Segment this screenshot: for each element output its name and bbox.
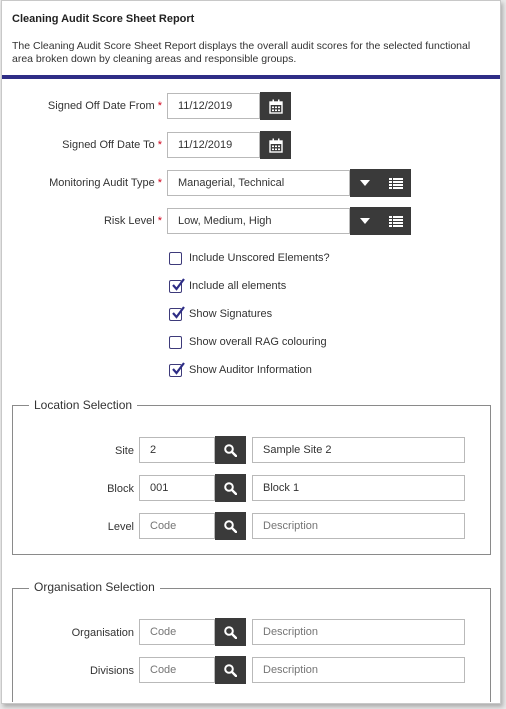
check-icon bbox=[172, 362, 185, 375]
search-icon bbox=[224, 625, 237, 639]
report-description: The Cleaning Audit Score Sheet Report di… bbox=[12, 40, 471, 65]
monitoring-audit-type-dropdown-button[interactable] bbox=[350, 169, 380, 197]
block-code-input[interactable] bbox=[139, 475, 215, 501]
chevron-down-icon bbox=[360, 218, 370, 224]
organisation-selection-group bbox=[12, 588, 491, 702]
list-icon bbox=[388, 177, 403, 189]
level-search-button[interactable] bbox=[215, 512, 246, 540]
location-selection-legend: Location Selection bbox=[29, 398, 138, 412]
search-icon bbox=[224, 519, 237, 533]
report-panel: Cleaning Audit Score Sheet Report The Cl… bbox=[1, 0, 501, 704]
include-unscored-label: Include Unscored Elements? bbox=[189, 252, 330, 264]
level-code-input[interactable] bbox=[139, 513, 215, 539]
required-marker: * bbox=[157, 215, 162, 227]
block-label: Block bbox=[107, 483, 134, 495]
organisation-search-button[interactable] bbox=[215, 618, 246, 646]
signed-off-from-calendar-button[interactable] bbox=[260, 92, 291, 120]
site-description-input[interactable] bbox=[252, 437, 465, 463]
organisation-label: Organisation bbox=[71, 627, 134, 639]
signed-off-to-calendar-button[interactable] bbox=[260, 131, 291, 159]
divisions-description-input[interactable] bbox=[252, 657, 465, 683]
monitoring-audit-type-label: Monitoring Audit Type * bbox=[49, 177, 162, 189]
site-label: Site bbox=[115, 445, 134, 457]
search-icon bbox=[224, 481, 237, 495]
required-marker: * bbox=[157, 139, 162, 151]
search-icon bbox=[224, 443, 237, 457]
header-divider bbox=[2, 75, 500, 79]
include-all-elements-checkbox[interactable] bbox=[169, 278, 185, 293]
report-title: Cleaning Audit Score Sheet Report bbox=[12, 13, 195, 25]
site-code-input[interactable] bbox=[139, 437, 215, 463]
organisation-description-input[interactable] bbox=[252, 619, 465, 645]
risk-level-select[interactable]: Low, Medium, High bbox=[167, 208, 350, 234]
required-marker: * bbox=[157, 100, 162, 112]
signed-off-to-label: Signed Off Date To * bbox=[62, 139, 162, 151]
risk-level-list-button[interactable] bbox=[380, 207, 411, 235]
signed-off-from-label: Signed Off Date From * bbox=[47, 100, 162, 112]
organisation-selection-legend: Organisation Selection bbox=[29, 580, 160, 594]
divisions-label: Divisions bbox=[89, 665, 134, 677]
show-auditor-info-label: Show Auditor Information bbox=[189, 364, 312, 376]
risk-level-label: Risk Level * bbox=[103, 215, 162, 227]
show-signatures-label: Show Signatures bbox=[189, 308, 273, 320]
block-description-input[interactable] bbox=[252, 475, 465, 501]
show-rag-colouring-label: Show overall RAG colouring bbox=[189, 336, 327, 348]
required-marker: * bbox=[157, 177, 162, 189]
show-signatures-checkbox[interactable] bbox=[169, 306, 185, 321]
calendar-icon bbox=[268, 138, 283, 153]
divisions-code-input[interactable] bbox=[139, 657, 215, 683]
organisation-code-input[interactable] bbox=[139, 619, 215, 645]
signed-off-to-input[interactable] bbox=[167, 132, 260, 158]
divisions-search-button[interactable] bbox=[215, 656, 246, 684]
check-icon bbox=[172, 306, 185, 319]
monitoring-audit-type-list-button[interactable] bbox=[380, 169, 411, 197]
show-auditor-info-checkbox[interactable] bbox=[169, 362, 185, 377]
calendar-icon bbox=[268, 99, 283, 114]
check-icon bbox=[172, 278, 185, 291]
block-search-button[interactable] bbox=[215, 474, 246, 502]
level-label: Level bbox=[107, 521, 134, 533]
search-icon bbox=[224, 663, 237, 677]
chevron-down-icon bbox=[360, 180, 370, 186]
site-search-button[interactable] bbox=[215, 436, 246, 464]
list-icon bbox=[388, 215, 403, 227]
risk-level-dropdown-button[interactable] bbox=[350, 207, 380, 235]
signed-off-from-input[interactable] bbox=[167, 93, 260, 119]
level-description-input[interactable] bbox=[252, 513, 465, 539]
include-unscored-checkbox[interactable] bbox=[169, 252, 182, 265]
show-rag-colouring-checkbox[interactable] bbox=[169, 336, 182, 349]
monitoring-audit-type-select[interactable]: Managerial, Technical bbox=[167, 170, 350, 196]
include-all-elements-label: Include all elements bbox=[189, 280, 287, 292]
